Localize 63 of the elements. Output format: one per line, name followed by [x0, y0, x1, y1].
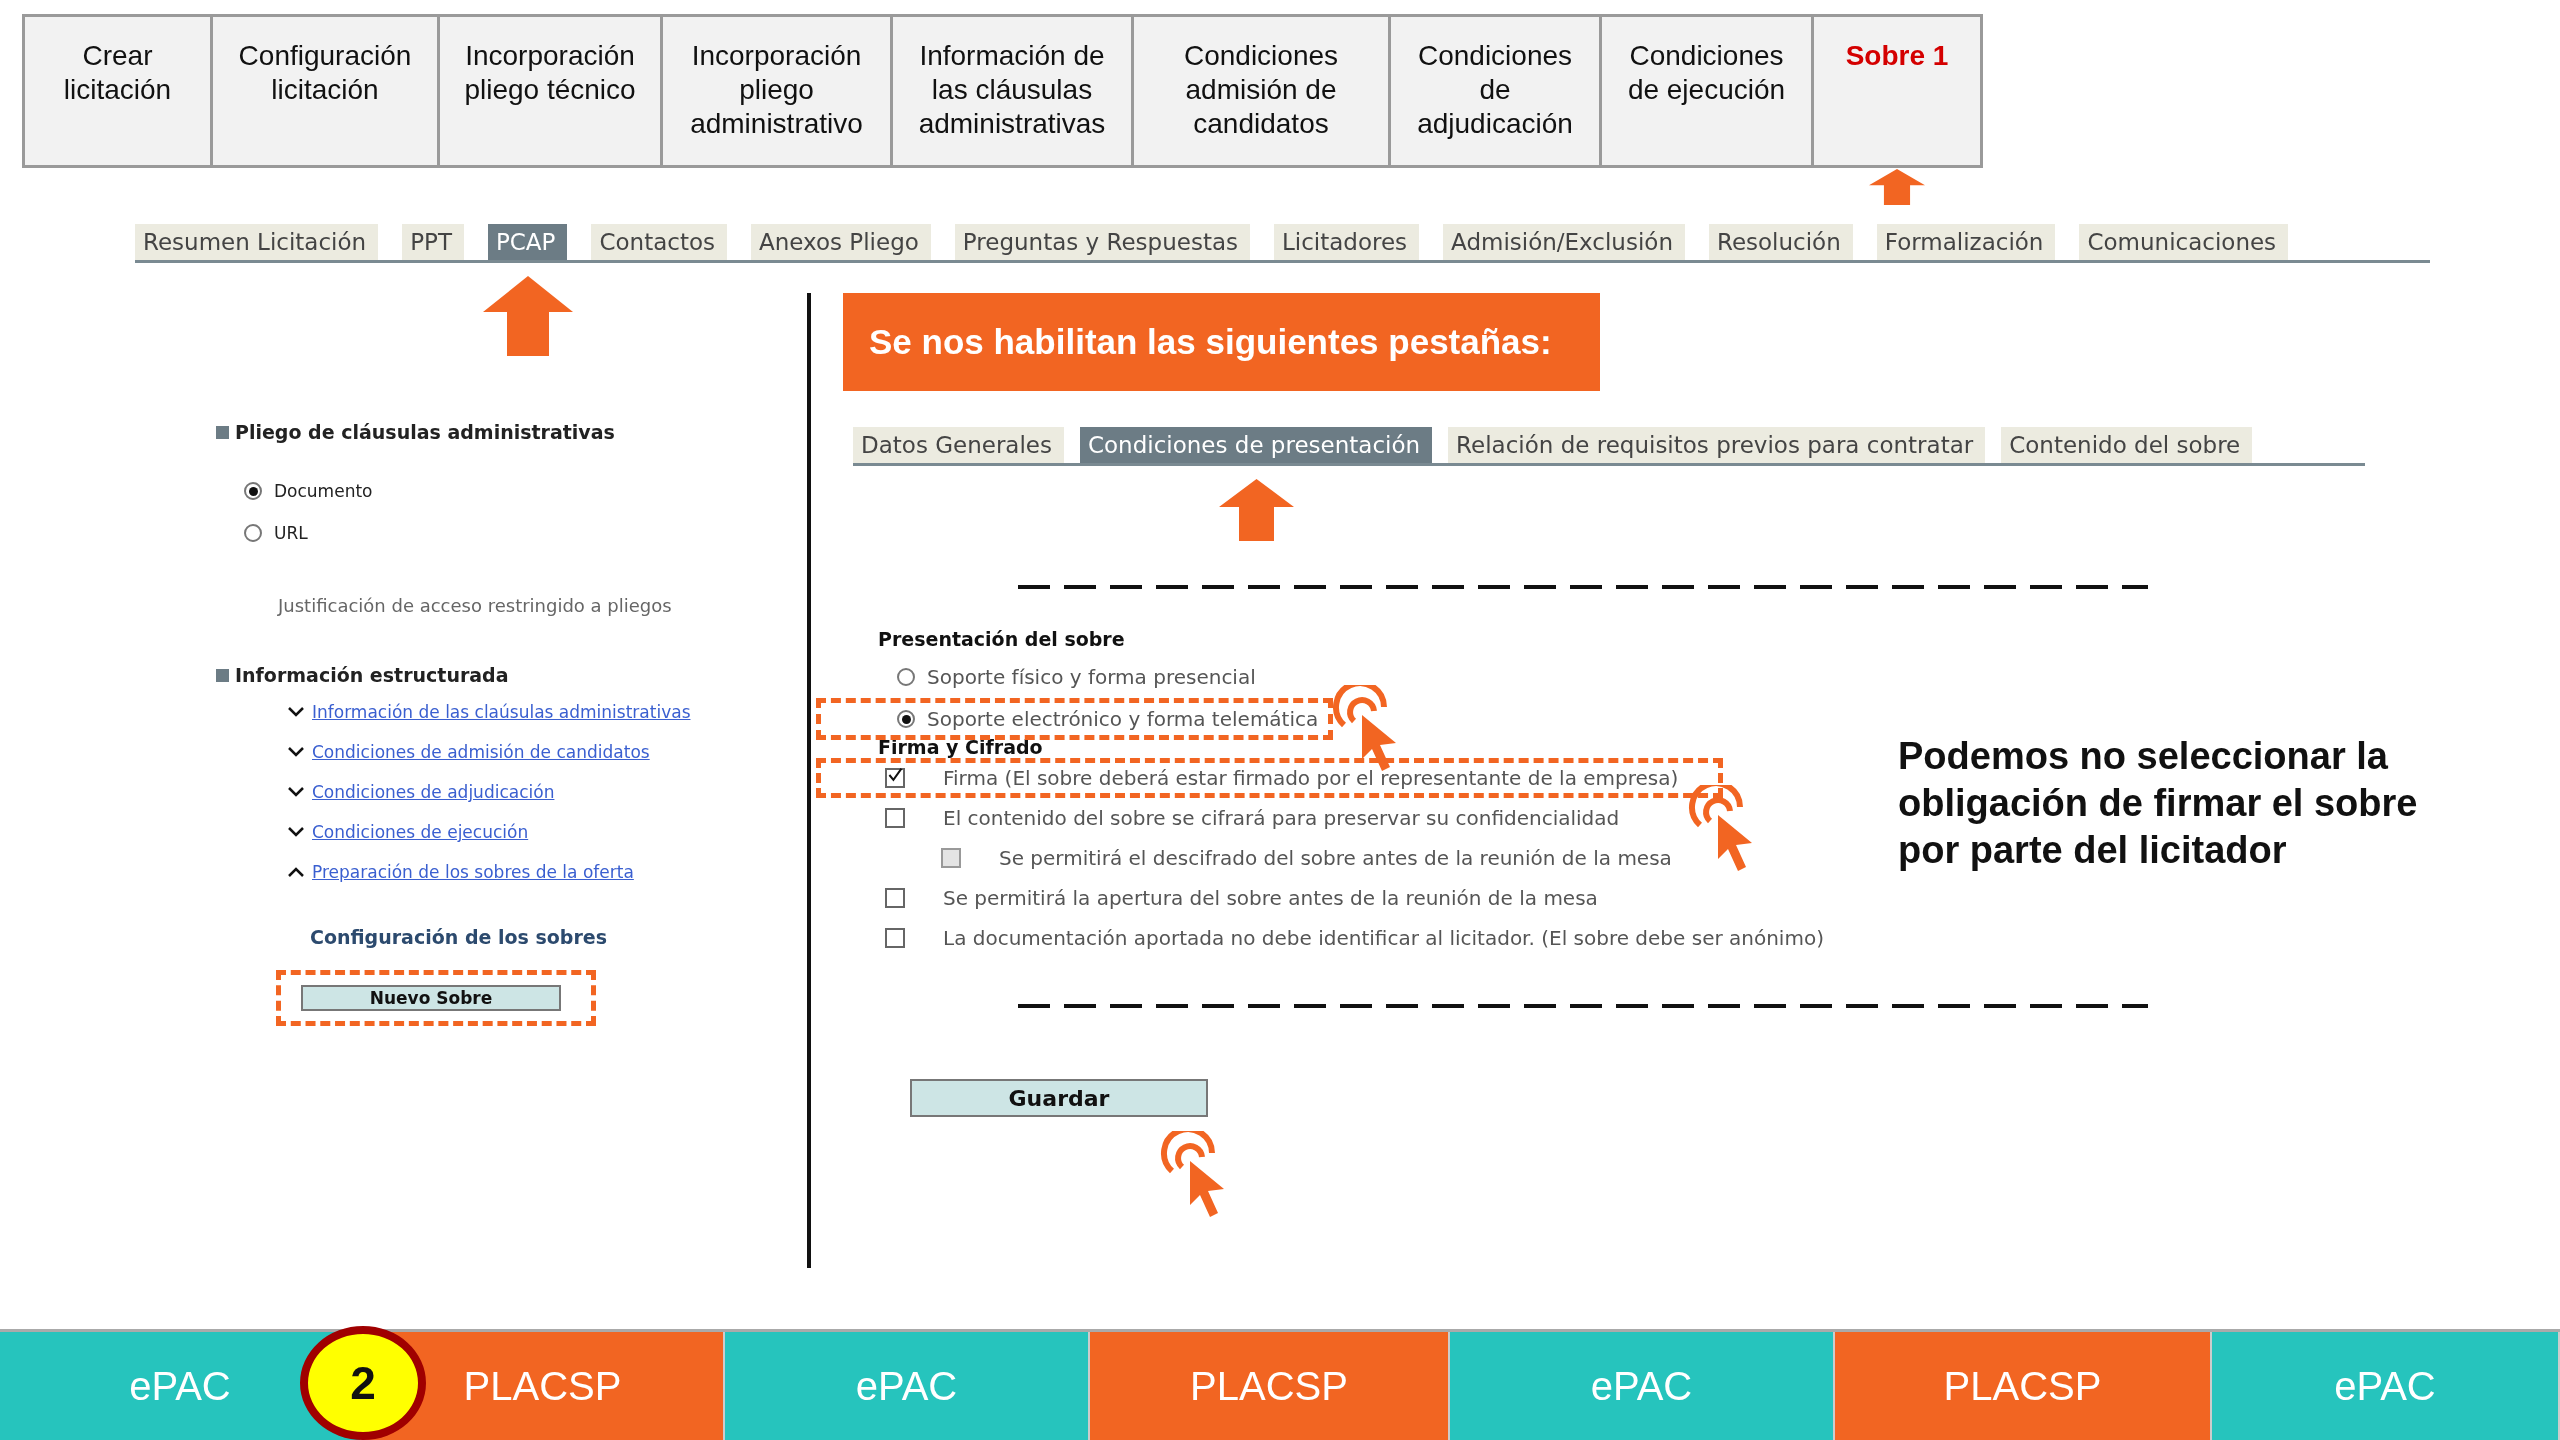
radio-label: URL: [274, 523, 308, 543]
chevron-down-icon[interactable]: [288, 787, 304, 797]
nav-tab[interactable]: Formalización: [1876, 224, 2056, 260]
checkbox[interactable]: [885, 928, 905, 948]
step-tab[interactable]: Condiciones de ejecución: [1599, 14, 1814, 168]
step-tab[interactable]: Crear licitación: [22, 14, 213, 168]
checkbox-label: La documentación aportada no debe identificar al licitador. (El sobre debe ser anónimo): [943, 926, 1824, 950]
step-tab[interactable]: Incorporación pliego administrativo: [660, 14, 893, 168]
new-envelope-button[interactable]: Nuevo Sobre: [301, 985, 561, 1011]
section-link[interactable]: Condiciones de ejecución: [312, 822, 529, 842]
chevron-down-icon[interactable]: [288, 707, 304, 717]
nav-tab[interactable]: Contactos: [591, 224, 728, 260]
save-button[interactable]: Guardar: [910, 1079, 1208, 1117]
step-tab[interactable]: Condiciones admisión de candidatos: [1131, 14, 1391, 168]
step-tab[interactable]: Configuración licitación: [210, 14, 440, 168]
checkbox[interactable]: [885, 808, 905, 828]
checkbox-label: Se permitirá la apertura del sobre antes de la reunión de la mesa: [943, 886, 1598, 910]
justification-label: Justificación de acceso restringido a pliegos: [278, 595, 673, 616]
callout-banner: Se nos habilitan las siguientes pestañas:: [843, 293, 1600, 391]
chevron-up-icon[interactable]: [288, 867, 304, 877]
nav-tab[interactable]: Admisión/Exclusión: [1443, 224, 1685, 260]
radio-label: Soporte electrónico y forma telemática: [927, 707, 1319, 731]
section-link[interactable]: Preparación de los sobres de la oferta: [312, 862, 634, 882]
nav-tab[interactable]: Comunicaciones: [2079, 224, 2289, 260]
annotation-text: Podemos no seleccionar la obligación de firmar el sobre por parte del licitador: [1898, 734, 2418, 873]
radio-label: Documento: [274, 481, 373, 501]
footer-segment: PLACSP: [1835, 1332, 2212, 1440]
radio-button[interactable]: [897, 668, 915, 686]
nav-tab[interactable]: Anexos Pliego: [751, 224, 931, 260]
nav-tab[interactable]: Resolución: [1708, 224, 1853, 260]
nav-tab[interactable]: PPT: [402, 224, 464, 260]
nav-tab[interactable]: Resumen Licitación: [135, 224, 379, 260]
footer-segment: ePAC: [725, 1332, 1090, 1440]
sub-tab[interactable]: Relación de requisitos previos para contratar: [1448, 427, 1986, 463]
section-link[interactable]: Condiciones de adjudicación: [312, 782, 555, 802]
step-tab[interactable]: Incorporación pliego técnico: [437, 14, 663, 168]
section-heading: Presentación del sobre: [878, 628, 1126, 650]
section-heading: Pliego de cláusulas administrativas: [216, 421, 807, 443]
sub-tab[interactable]: Datos Generales: [853, 427, 1064, 463]
radio-label: Soporte físico y forma presencial: [927, 665, 1256, 689]
section-link[interactable]: Condiciones de admisión de candidatos: [312, 742, 650, 762]
step-tab[interactable]: Información de las cláusulas administrativas: [890, 14, 1134, 168]
step-tab[interactable]: Condiciones de adjudicación: [1388, 14, 1602, 168]
checkbox[interactable]: [885, 768, 905, 788]
section-heading: Información estructurada: [216, 664, 807, 686]
nav-tab[interactable]: Preguntas y Respuestas: [954, 224, 1250, 260]
checkbox-label: El contenido del sobre se cifrará para preservar su confidencialidad: [943, 806, 1620, 830]
checkbox-label: Se permitirá el descifrado del sobre antes de la reunión de la mesa: [999, 846, 1672, 870]
section-link[interactable]: Información de las claúsulas administrativas: [312, 702, 691, 722]
checkbox[interactable]: [885, 888, 905, 908]
checkbox-label: Firma (El sobre deberá estar firmado por el representante de la empresa): [943, 766, 1679, 790]
chevron-down-icon[interactable]: [288, 827, 304, 837]
chevron-down-icon[interactable]: [288, 747, 304, 757]
section-heading: Firma y Cifrado: [878, 736, 1044, 758]
nav-tab[interactable]: Licitadores: [1274, 224, 1420, 260]
footer-segment: ePAC: [1450, 1332, 1835, 1440]
footer-segment: PLACSP: [1090, 1332, 1450, 1440]
radio-button[interactable]: [244, 482, 262, 500]
footer-segment: ePAC: [2212, 1332, 2560, 1440]
section-heading: Configuración de los sobres: [310, 926, 608, 948]
radio-button[interactable]: [897, 710, 915, 728]
sub-tab[interactable]: Contenido del sobre: [2001, 427, 2253, 463]
radio-button[interactable]: [244, 524, 262, 542]
